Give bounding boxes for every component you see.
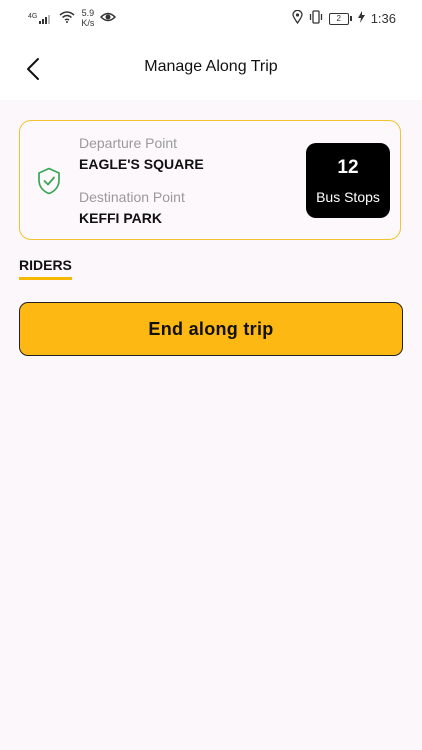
destination-label: Destination Point [79, 189, 185, 205]
battery-icon: 2 [328, 12, 352, 25]
battery-level: 2 [328, 12, 349, 25]
destination-value: KEFFI PARK [79, 210, 162, 226]
tab-riders[interactable]: RIDERS [19, 257, 72, 280]
departure-value: EAGLE'S SQUARE [79, 156, 204, 172]
vibrate-icon [309, 10, 323, 27]
app-bar: Manage Along Trip [0, 36, 422, 100]
signal-icon: 4G [28, 13, 53, 24]
wifi-icon [59, 11, 75, 25]
eye-icon [100, 11, 117, 25]
end-trip-button[interactable]: End along trip [19, 302, 403, 356]
speed-unit: K/s [81, 18, 95, 28]
network-speed: 5.9 K/s [81, 8, 94, 28]
status-bar: 4G 5.9 K/s 2 1:36 [0, 0, 422, 36]
charging-icon [357, 11, 365, 26]
location-icon [292, 9, 303, 27]
page-title: Manage Along Trip [144, 58, 278, 75]
status-left: 4G 5.9 K/s [28, 8, 117, 28]
departure-label: Departure Point [79, 135, 178, 151]
bus-stops-count: 12 [337, 157, 359, 178]
bus-stops-label: Bus Stops [316, 189, 380, 205]
speed-value: 5.9 [81, 8, 95, 18]
clock: 1:36 [370, 11, 396, 26]
bus-stops-badge: 12 Bus Stops [306, 143, 390, 218]
network-type: 4G [28, 12, 38, 20]
status-right: 2 1:36 [292, 9, 396, 27]
trip-summary-card: Departure Point EAGLE'S SQUARE Destinati… [19, 120, 401, 240]
shield-check-icon [38, 167, 60, 195]
